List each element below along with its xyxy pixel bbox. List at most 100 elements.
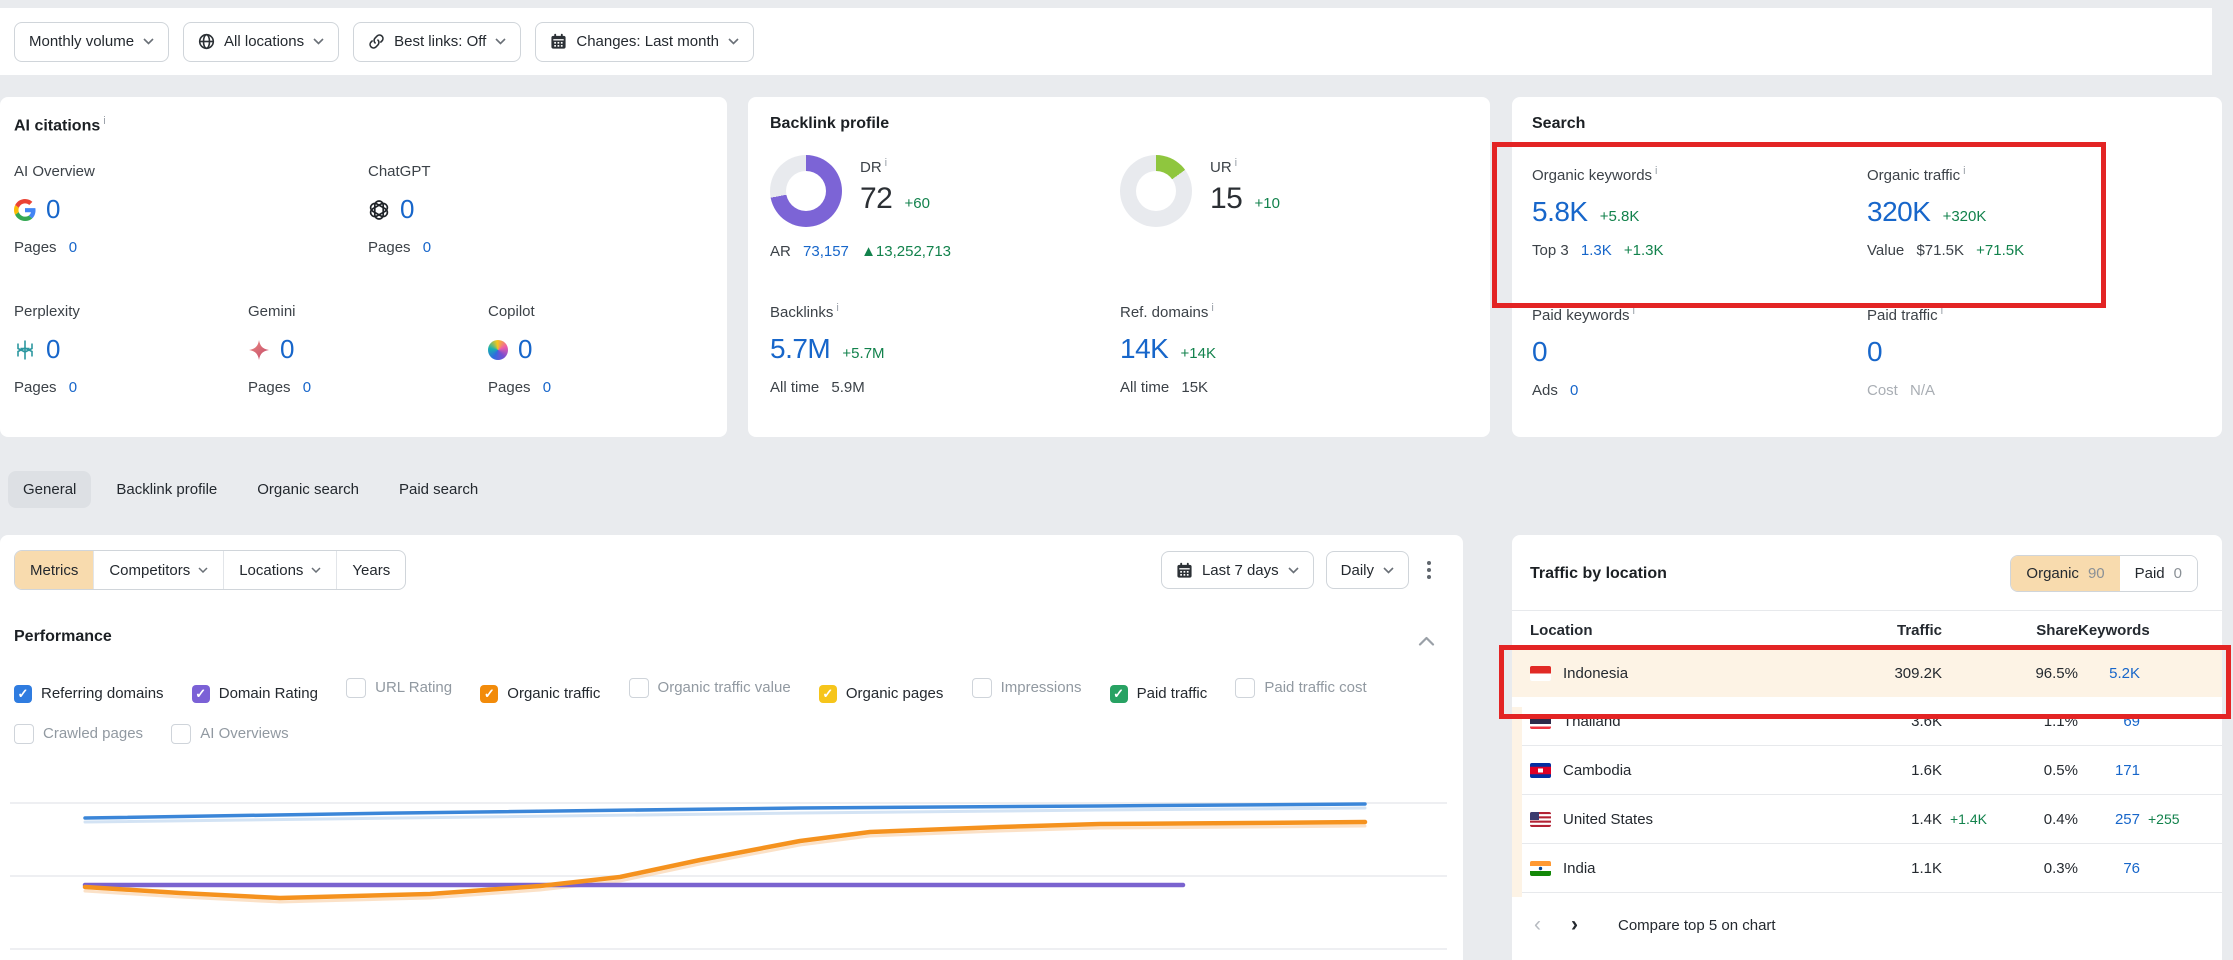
metrics-segmented-control: Metrics Competitors Locations Years <box>14 550 406 590</box>
row-highlight-strip <box>1512 707 1522 897</box>
google-icon <box>14 199 36 221</box>
chart-line-organic-traffic-prev-period- <box>85 826 1365 902</box>
chevron-down-icon <box>1288 567 1299 574</box>
metrics-controls: Metrics Competitors Locations Years Last… <box>14 550 1437 590</box>
previous-page-icon[interactable]: ‹ <box>1534 913 1541 937</box>
pages-link[interactable]: 0 <box>303 379 311 396</box>
monthly-volume-dropdown[interactable]: Monthly volume <box>14 22 169 62</box>
chevron-down-icon <box>495 38 506 45</box>
chevron-down-icon <box>143 38 154 45</box>
segment-metrics[interactable]: Metrics <box>15 551 93 589</box>
ref-domains-value[interactable]: 14K <box>1120 333 1168 364</box>
checkbox-organic-traffic[interactable]: ✓Organic traffic <box>480 674 600 714</box>
keywords-link[interactable]: 171 <box>2078 762 2140 779</box>
locations-label: All locations <box>224 33 304 50</box>
date-range-dropdown[interactable]: Last 7 days <box>1161 551 1314 589</box>
changes-dropdown[interactable]: Changes: Last month <box>535 22 754 62</box>
table-row-india[interactable]: India 1.1K 0.3% 76 <box>1512 844 2222 893</box>
pages-link[interactable]: 0 <box>543 379 551 396</box>
best-links-label: Best links: Off <box>394 33 486 50</box>
granularity-dropdown[interactable]: Daily <box>1326 551 1409 589</box>
checkbox-paid-traffic-cost[interactable]: Paid traffic cost <box>1235 668 1366 708</box>
keywords-link[interactable]: 69 <box>2078 713 2140 730</box>
top3-link[interactable]: 1.3K <box>1581 242 1612 259</box>
checkbox-organic-pages[interactable]: ✓Organic pages <box>819 674 944 714</box>
panel-backlink-profile: Backlink profile DRi 72 +60 AR 73,157 ▲1… <box>748 97 1490 437</box>
gemini-count: 0 <box>280 334 294 365</box>
gemini-icon <box>248 339 270 361</box>
tab-organic-search[interactable]: Organic search <box>242 471 374 508</box>
chevron-down-icon <box>313 38 324 45</box>
paid-keywords-value[interactable]: 0 <box>1532 336 1547 367</box>
globe-icon <box>198 33 215 50</box>
dr-delta: +60 <box>905 195 930 212</box>
panel-ai-citations: AI citationsi AI Overview 0 Pages 0 Chat… <box>0 97 727 437</box>
checkbox-url-rating[interactable]: URL Rating <box>346 668 452 708</box>
cost-value: N/A <box>1910 382 1935 399</box>
table-row-cambodia[interactable]: Cambodia 1.6K 0.5% 171 <box>1512 746 2222 795</box>
dr-value: 72 <box>860 182 892 215</box>
checkbox-organic-traffic-value[interactable]: Organic traffic value <box>629 668 791 708</box>
table-row-united-states[interactable]: United States 1.4K+1.4K 0.4% 257 +255 <box>1512 795 2222 844</box>
next-page-icon[interactable]: › <box>1571 913 1578 937</box>
checkbox-domain-rating[interactable]: ✓Domain Rating <box>192 674 318 714</box>
best-links-dropdown[interactable]: Best links: Off <box>353 22 521 62</box>
united-states-flag-icon <box>1530 812 1551 827</box>
tab-backlink-profile[interactable]: Backlink profile <box>101 471 232 508</box>
segment-locations[interactable]: Locations <box>223 551 336 589</box>
ur-block: URi 15 +10 <box>1210 157 1280 216</box>
segment-competitors[interactable]: Competitors <box>93 551 223 589</box>
backlinks-alltime: 5.9M <box>831 379 864 396</box>
calendar-icon <box>1176 562 1193 579</box>
toggle-paid[interactable]: Paid0 <box>2120 556 2197 591</box>
chevron-down-icon <box>728 38 739 45</box>
ur-delta: +10 <box>1255 195 1280 212</box>
paid-traffic-value[interactable]: 0 <box>1867 336 1882 367</box>
pages-link[interactable]: 0 <box>69 379 77 396</box>
ref-domains-delta: +14K <box>1181 345 1216 362</box>
tab-paid-search[interactable]: Paid search <box>384 471 493 508</box>
ur-donut-chart <box>1120 155 1192 227</box>
checkbox-paid-traffic[interactable]: ✓Paid traffic <box>1110 674 1208 714</box>
keywords-link[interactable]: 257 <box>2078 811 2140 828</box>
organic-traffic-value[interactable]: 320K <box>1867 196 1930 227</box>
toggle-organic[interactable]: Organic90 <box>2011 556 2119 591</box>
table-row-thailand[interactable]: Thailand 3.6K 1.1% 69 <box>1512 697 2222 746</box>
indonesia-flag-icon <box>1530 666 1551 681</box>
dr-block: DRi 72 +60 <box>860 157 930 216</box>
info-icon: i <box>103 115 105 127</box>
organic-keywords-block: Organic keywordsi 5.8K +5.8K Top 3 1.3K … <box>1532 165 1664 259</box>
ref-domains-alltime: 15K <box>1181 379 1208 396</box>
backlinks-value[interactable]: 5.7M <box>770 333 830 364</box>
keywords-link[interactable]: 76 <box>2078 860 2140 877</box>
tab-general[interactable]: General <box>8 471 91 508</box>
collapse-chevron-icon[interactable] <box>1418 633 1435 650</box>
pages-link[interactable]: 0 <box>69 239 77 256</box>
info-icon: i <box>885 157 887 169</box>
info-icon: i <box>836 302 838 314</box>
ai-citations-title: AI citationsi <box>14 115 106 135</box>
locations-dropdown[interactable]: All locations <box>183 22 339 62</box>
ads-link[interactable]: 0 <box>1570 382 1578 399</box>
more-options-kebab-icon[interactable] <box>1421 555 1437 585</box>
segment-years[interactable]: Years <box>336 551 405 589</box>
info-icon: i <box>1963 165 1965 177</box>
organic-paid-toggle: Organic90 Paid0 <box>2010 555 2198 592</box>
pages-link[interactable]: 0 <box>423 239 431 256</box>
chevron-down-icon <box>311 567 321 573</box>
changes-label: Changes: Last month <box>576 33 719 50</box>
link-icon <box>368 33 385 50</box>
table-row-indonesia[interactable]: Indonesia 309.2K 96.5% 5.2K <box>1512 649 2222 697</box>
ar-value-link[interactable]: 73,157 <box>803 243 849 260</box>
keywords-link[interactable]: 5.2K <box>2078 665 2140 682</box>
info-icon: i <box>1633 305 1635 317</box>
compare-top5-link[interactable]: Compare top 5 on chart <box>1618 917 1776 934</box>
organic-keywords-value[interactable]: 5.8K <box>1532 196 1588 227</box>
date-controls: Last 7 days Daily <box>1161 551 1437 589</box>
copilot-count: 0 <box>518 334 532 365</box>
checkbox-impressions[interactable]: Impressions <box>972 668 1082 708</box>
backlinks-block: Backlinksi 5.7M +5.7M All time 5.9M <box>770 302 885 396</box>
checkbox-referring-domains[interactable]: ✓Referring domains <box>14 674 164 714</box>
openai-icon <box>368 199 390 221</box>
ur-value: 15 <box>1210 182 1242 215</box>
